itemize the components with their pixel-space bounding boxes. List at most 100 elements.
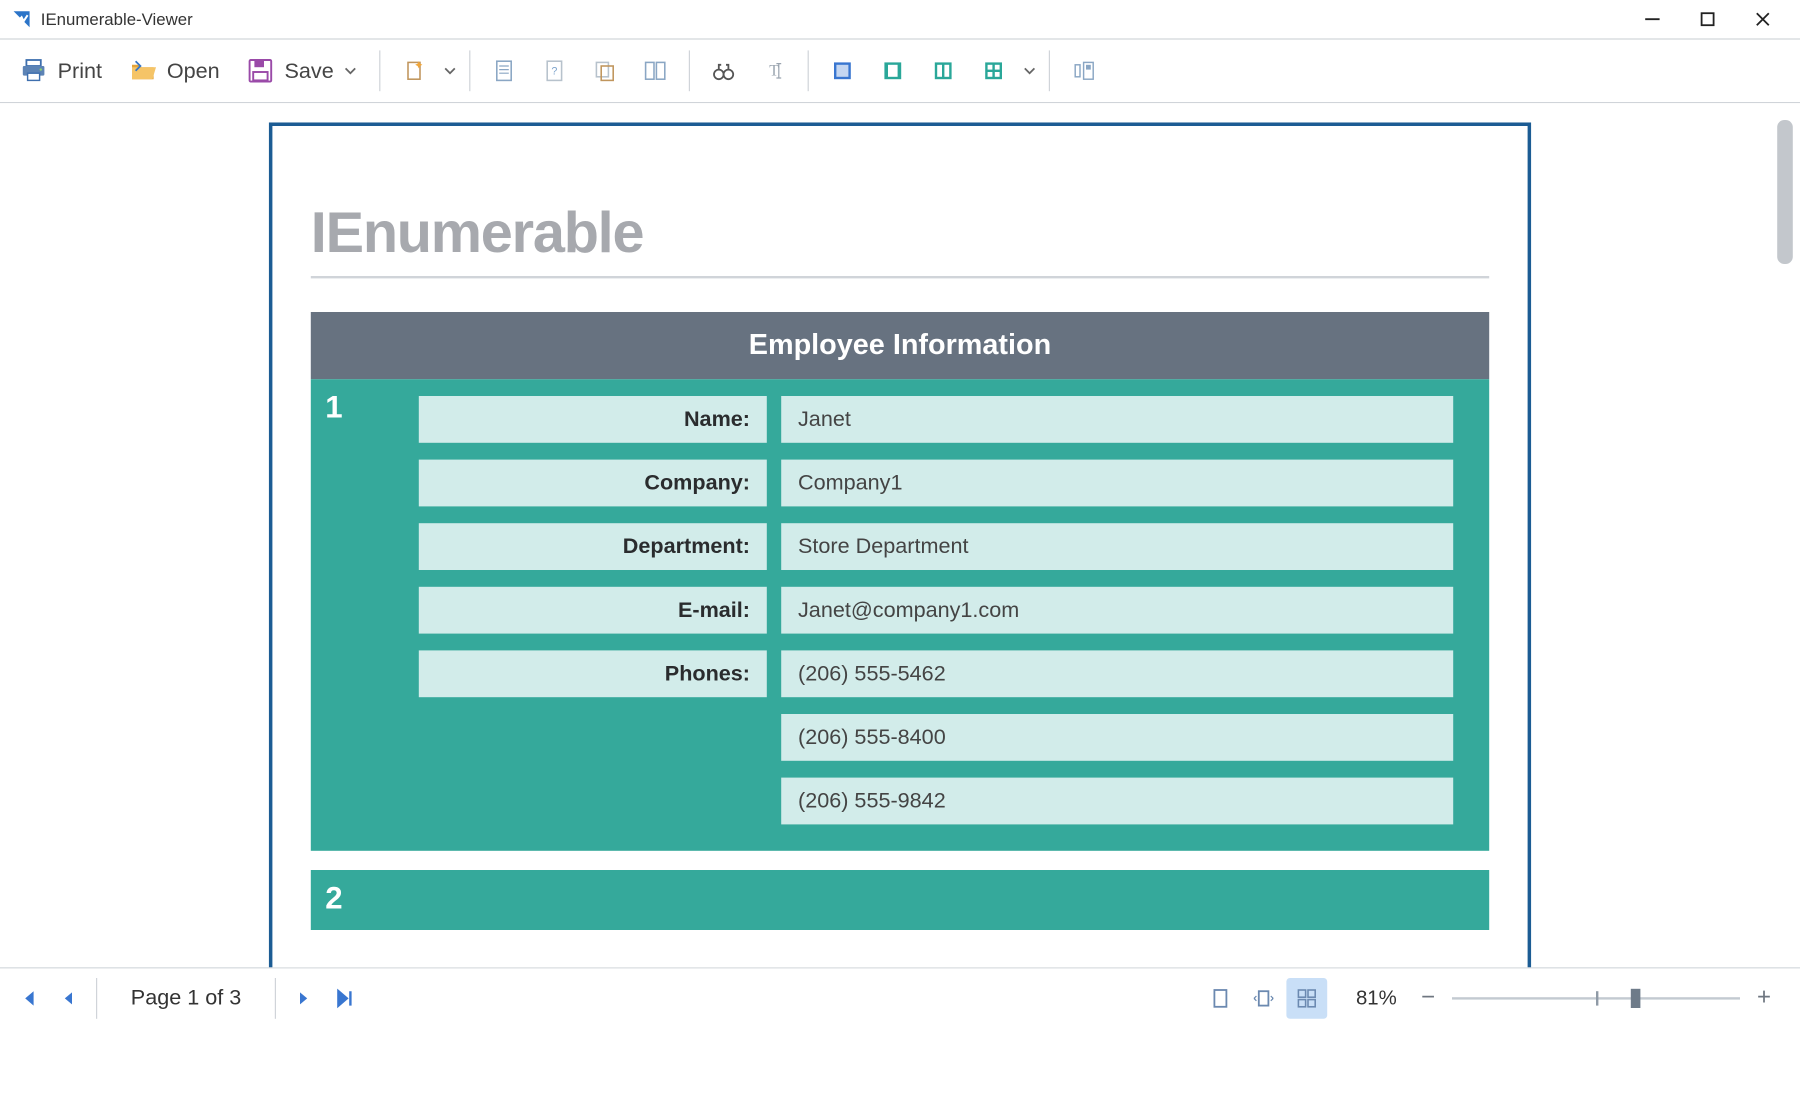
text-cursor-icon: T — [762, 59, 786, 83]
page-info: Page 1 of 3 — [104, 985, 267, 1010]
blue-block-icon — [831, 59, 855, 83]
prev-page-button[interactable] — [48, 977, 89, 1018]
field-row: E-mail: Janet@company1.com — [419, 587, 1453, 634]
copy-button[interactable] — [583, 52, 626, 90]
chevron-down-icon — [343, 64, 357, 78]
fit-width-mode[interactable] — [1243, 977, 1284, 1018]
zoom-out-button[interactable]: − — [1414, 984, 1443, 1012]
field-row: (206) 555-9842 — [419, 778, 1453, 825]
dual-page-button[interactable] — [634, 52, 677, 90]
single-page-mode[interactable] — [1200, 977, 1241, 1018]
toolbar-separator — [808, 50, 809, 91]
page-setup-button[interactable] — [483, 52, 526, 90]
zoom-slider[interactable] — [1452, 986, 1740, 1010]
folder-open-icon — [128, 56, 157, 85]
field-label: Phones: — [419, 650, 767, 697]
view-mode-group — [1200, 977, 1327, 1018]
svg-text:?: ? — [552, 65, 558, 77]
page-sparkle-icon — [402, 59, 426, 83]
field-label: Name: — [419, 396, 767, 443]
window-title: IEnumerable-Viewer — [41, 10, 1625, 29]
zoom-level: 81% — [1356, 986, 1397, 1010]
chevron-down-icon[interactable] — [443, 64, 457, 78]
open-button[interactable]: Open — [119, 49, 229, 92]
zoom-in-button[interactable]: + — [1750, 984, 1779, 1012]
employee-record: 1 Name: Janet Company: Company1 Departme… — [311, 379, 1489, 851]
text-select-button[interactable]: T — [753, 52, 796, 90]
next-page-button[interactable] — [283, 977, 324, 1018]
field-row: Name: Janet — [419, 396, 1453, 443]
report-page: IEnumerable Employee Information 1 Name:… — [269, 122, 1531, 967]
save-icon — [246, 56, 275, 85]
first-page-button[interactable] — [7, 977, 48, 1018]
prev-page-icon — [60, 989, 77, 1006]
field-label: Company: — [419, 460, 767, 507]
copy-icon — [593, 59, 617, 83]
field-row: (206) 555-8400 — [419, 714, 1453, 761]
binoculars-icon — [712, 59, 736, 83]
title-bar: IEnumerable-Viewer — [0, 0, 1800, 38]
green-grid-icon — [982, 59, 1006, 83]
document-viewport: IEnumerable Employee Information 1 Name:… — [0, 103, 1800, 967]
section-header: Employee Information — [311, 312, 1489, 379]
field-label: Department: — [419, 523, 767, 570]
zoom-control: − + — [1414, 984, 1779, 1012]
print-label: Print — [58, 58, 102, 83]
field-value: (206) 555-5462 — [781, 650, 1453, 697]
minimize-button[interactable] — [1625, 0, 1680, 38]
toolbar: Print Open Save — [0, 38, 1800, 103]
close-button[interactable] — [1735, 0, 1790, 38]
single-page-mode-icon — [1210, 987, 1232, 1009]
field-label: E-mail: — [419, 587, 767, 634]
next-page-icon — [295, 989, 312, 1006]
view-mode-1-button[interactable] — [821, 52, 864, 90]
maximize-button[interactable] — [1680, 0, 1735, 38]
chevron-down-icon[interactable] — [1023, 64, 1037, 78]
field-row: Department: Store Department — [419, 523, 1453, 570]
field-value: Company1 — [781, 460, 1453, 507]
field-value: Janet@company1.com — [781, 587, 1453, 634]
zoom-slider-thumb[interactable] — [1631, 988, 1641, 1007]
multi-page-mode[interactable] — [1286, 977, 1327, 1018]
page-question-icon: ? — [543, 59, 567, 83]
print-button[interactable]: Print — [10, 49, 112, 92]
field-row: Company: Company1 — [419, 460, 1453, 507]
toolbar-separator — [469, 50, 470, 91]
view-mode-3-button[interactable] — [922, 52, 965, 90]
find-button[interactable] — [702, 52, 745, 90]
report-title: IEnumerable — [311, 200, 1489, 266]
save-label: Save — [284, 58, 333, 83]
green-two-col-icon — [931, 59, 955, 83]
field-value: (206) 555-9842 — [781, 778, 1453, 825]
field-value: (206) 555-8400 — [781, 714, 1453, 761]
view-mode-2-button[interactable] — [871, 52, 914, 90]
multi-page-mode-icon — [1296, 987, 1318, 1009]
toolbar-separator — [689, 50, 690, 91]
field-label-empty — [419, 778, 767, 825]
bookmarks-button[interactable] — [1062, 52, 1105, 90]
parameters-button[interactable]: ? — [533, 52, 576, 90]
first-page-icon — [17, 987, 39, 1009]
field-value: Store Department — [781, 523, 1453, 570]
field-value: Janet — [781, 396, 1453, 443]
toolbar-separator — [1049, 50, 1050, 91]
save-button[interactable]: Save — [236, 49, 367, 92]
dual-page-icon — [643, 59, 667, 83]
fit-width-mode-icon — [1252, 987, 1276, 1009]
toolbar-separator — [379, 50, 380, 91]
status-bar: Page 1 of 3 81% − — [0, 967, 1800, 1027]
view-mode-4-button[interactable] — [972, 52, 1015, 90]
window-controls — [1625, 0, 1791, 38]
page-lines-icon — [492, 59, 516, 83]
thumbnail-panel-icon — [1072, 59, 1096, 83]
vertical-scrollbar[interactable] — [1777, 120, 1793, 264]
green-page-icon — [881, 59, 905, 83]
last-page-button[interactable] — [324, 977, 365, 1018]
design-button[interactable] — [393, 52, 436, 90]
status-separator — [96, 977, 97, 1018]
field-row: Phones: (206) 555-5462 — [419, 650, 1453, 697]
title-divider — [311, 276, 1489, 278]
field-label-empty — [419, 714, 767, 761]
record-number: 2 — [325, 880, 342, 917]
last-page-icon — [334, 987, 356, 1009]
